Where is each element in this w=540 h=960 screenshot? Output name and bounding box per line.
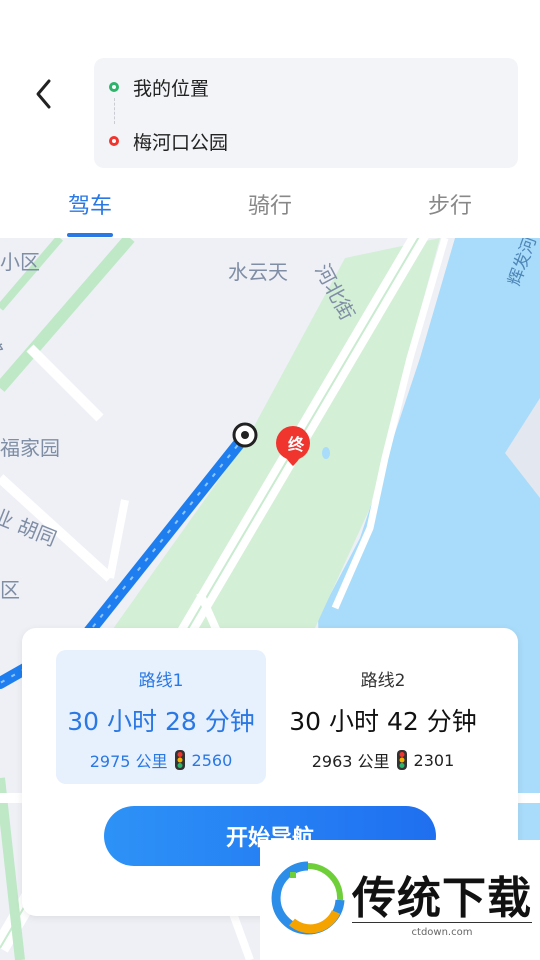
side-street-1 — [26, 344, 104, 422]
route-option-1[interactable]: 路线1 30 小时 28 分钟 2975 公里 2560 — [56, 650, 266, 784]
route-1-lights: 2560 — [191, 750, 233, 770]
route-2-distance: 2963 公里 — [311, 752, 390, 771]
route-1-meta: 2975 公里 2560 — [56, 748, 266, 772]
route-2-lights: 2301 — [413, 750, 455, 770]
route-2-meta: 2963 公里 2301 — [278, 748, 488, 772]
map-label-shuiyuntian: 水云天 — [228, 260, 288, 284]
route-header: 我的位置 梅河口公园 驾车 骑行 步行 — [0, 0, 540, 238]
origin-dot-icon — [109, 82, 119, 92]
route-1-name: 路线1 — [138, 671, 184, 691]
route-2-name: 路线2 — [360, 671, 406, 691]
route-2-time: 30 小时 42 分钟 — [289, 707, 477, 736]
map-label-district: 区 — [0, 578, 20, 602]
tab-active-indicator — [67, 233, 113, 237]
tab-walking[interactable]: 步行 — [428, 188, 472, 220]
tab-cycling[interactable]: 骑行 — [248, 188, 292, 220]
watermark: 传统下载 ctdown.com — [260, 840, 540, 960]
back-button[interactable] — [22, 72, 66, 116]
origin-text: 我的位置 — [133, 77, 210, 100]
tab-driving[interactable]: 驾车 — [68, 188, 112, 220]
watermark-title: 传统下载 — [352, 873, 532, 924]
traffic-light-icon — [396, 750, 407, 770]
route-1-time: 30 小时 28 分钟 — [67, 707, 255, 736]
pond — [322, 447, 330, 459]
destination-field[interactable]: 梅河口公园 — [109, 127, 228, 155]
watermark-logo-icon — [271, 861, 345, 935]
destination-text: 梅河口公园 — [133, 131, 229, 154]
destination-marker-label[interactable]: 终 — [288, 431, 304, 455]
side-street-3 — [106, 499, 129, 579]
traffic-light-icon — [174, 750, 185, 770]
map-label-fujiayuan: 福家园 — [0, 436, 60, 460]
map-label-area: 小区 — [0, 250, 40, 274]
travel-mode-tabs: 驾车 骑行 步行 — [0, 180, 540, 238]
route-connector — [114, 98, 115, 124]
route-1-distance: 2975 公里 — [89, 752, 168, 771]
watermark-url: ctdown.com — [352, 922, 532, 938]
destination-dot-icon — [109, 136, 119, 146]
chevron-left-icon — [36, 79, 51, 109]
route-option-2[interactable]: 路线2 30 小时 42 分钟 2963 公里 2301 — [278, 650, 488, 784]
origin-field[interactable]: 我的位置 — [109, 73, 209, 101]
